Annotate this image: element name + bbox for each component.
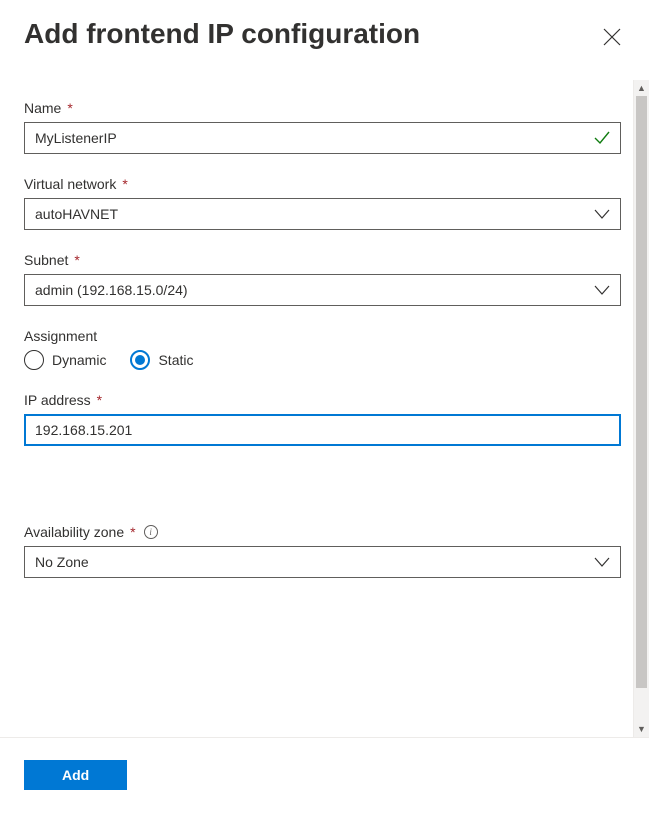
assignment-label: Assignment — [24, 328, 621, 344]
close-icon — [603, 28, 621, 46]
required-marker: * — [67, 100, 72, 116]
availability-zone-label: Availability zone* i — [24, 524, 621, 540]
scroll-thumb[interactable] — [636, 96, 647, 688]
ip-address-input[interactable] — [24, 414, 621, 446]
assignment-radio-dynamic[interactable]: Dynamic — [24, 350, 106, 370]
info-icon[interactable]: i — [144, 525, 158, 539]
assignment-radio-static[interactable]: Static — [130, 350, 193, 370]
required-marker: * — [74, 252, 79, 268]
page-title: Add frontend IP configuration — [24, 18, 420, 50]
add-button[interactable]: Add — [24, 760, 127, 790]
vnet-label: Virtual network* — [24, 176, 621, 192]
subnet-label: Subnet* — [24, 252, 621, 268]
radio-icon — [130, 350, 150, 370]
scroll-up-icon: ▲ — [634, 80, 649, 96]
availability-zone-dropdown[interactable]: No Zone — [24, 546, 621, 578]
close-button[interactable] — [599, 24, 625, 53]
ip-address-label: IP address* — [24, 392, 621, 408]
radio-icon — [24, 350, 44, 370]
required-marker: * — [130, 524, 135, 540]
required-marker: * — [122, 176, 127, 192]
name-label: Name* — [24, 100, 621, 116]
vnet-dropdown[interactable]: autoHAVNET — [24, 198, 621, 230]
check-icon — [593, 129, 611, 147]
scroll-down-icon: ▼ — [634, 721, 649, 737]
required-marker: * — [97, 392, 102, 408]
scrollbar[interactable]: ▲ ▼ — [633, 80, 649, 737]
subnet-dropdown[interactable]: admin (192.168.15.0/24) — [24, 274, 621, 306]
name-input[interactable] — [24, 122, 621, 154]
